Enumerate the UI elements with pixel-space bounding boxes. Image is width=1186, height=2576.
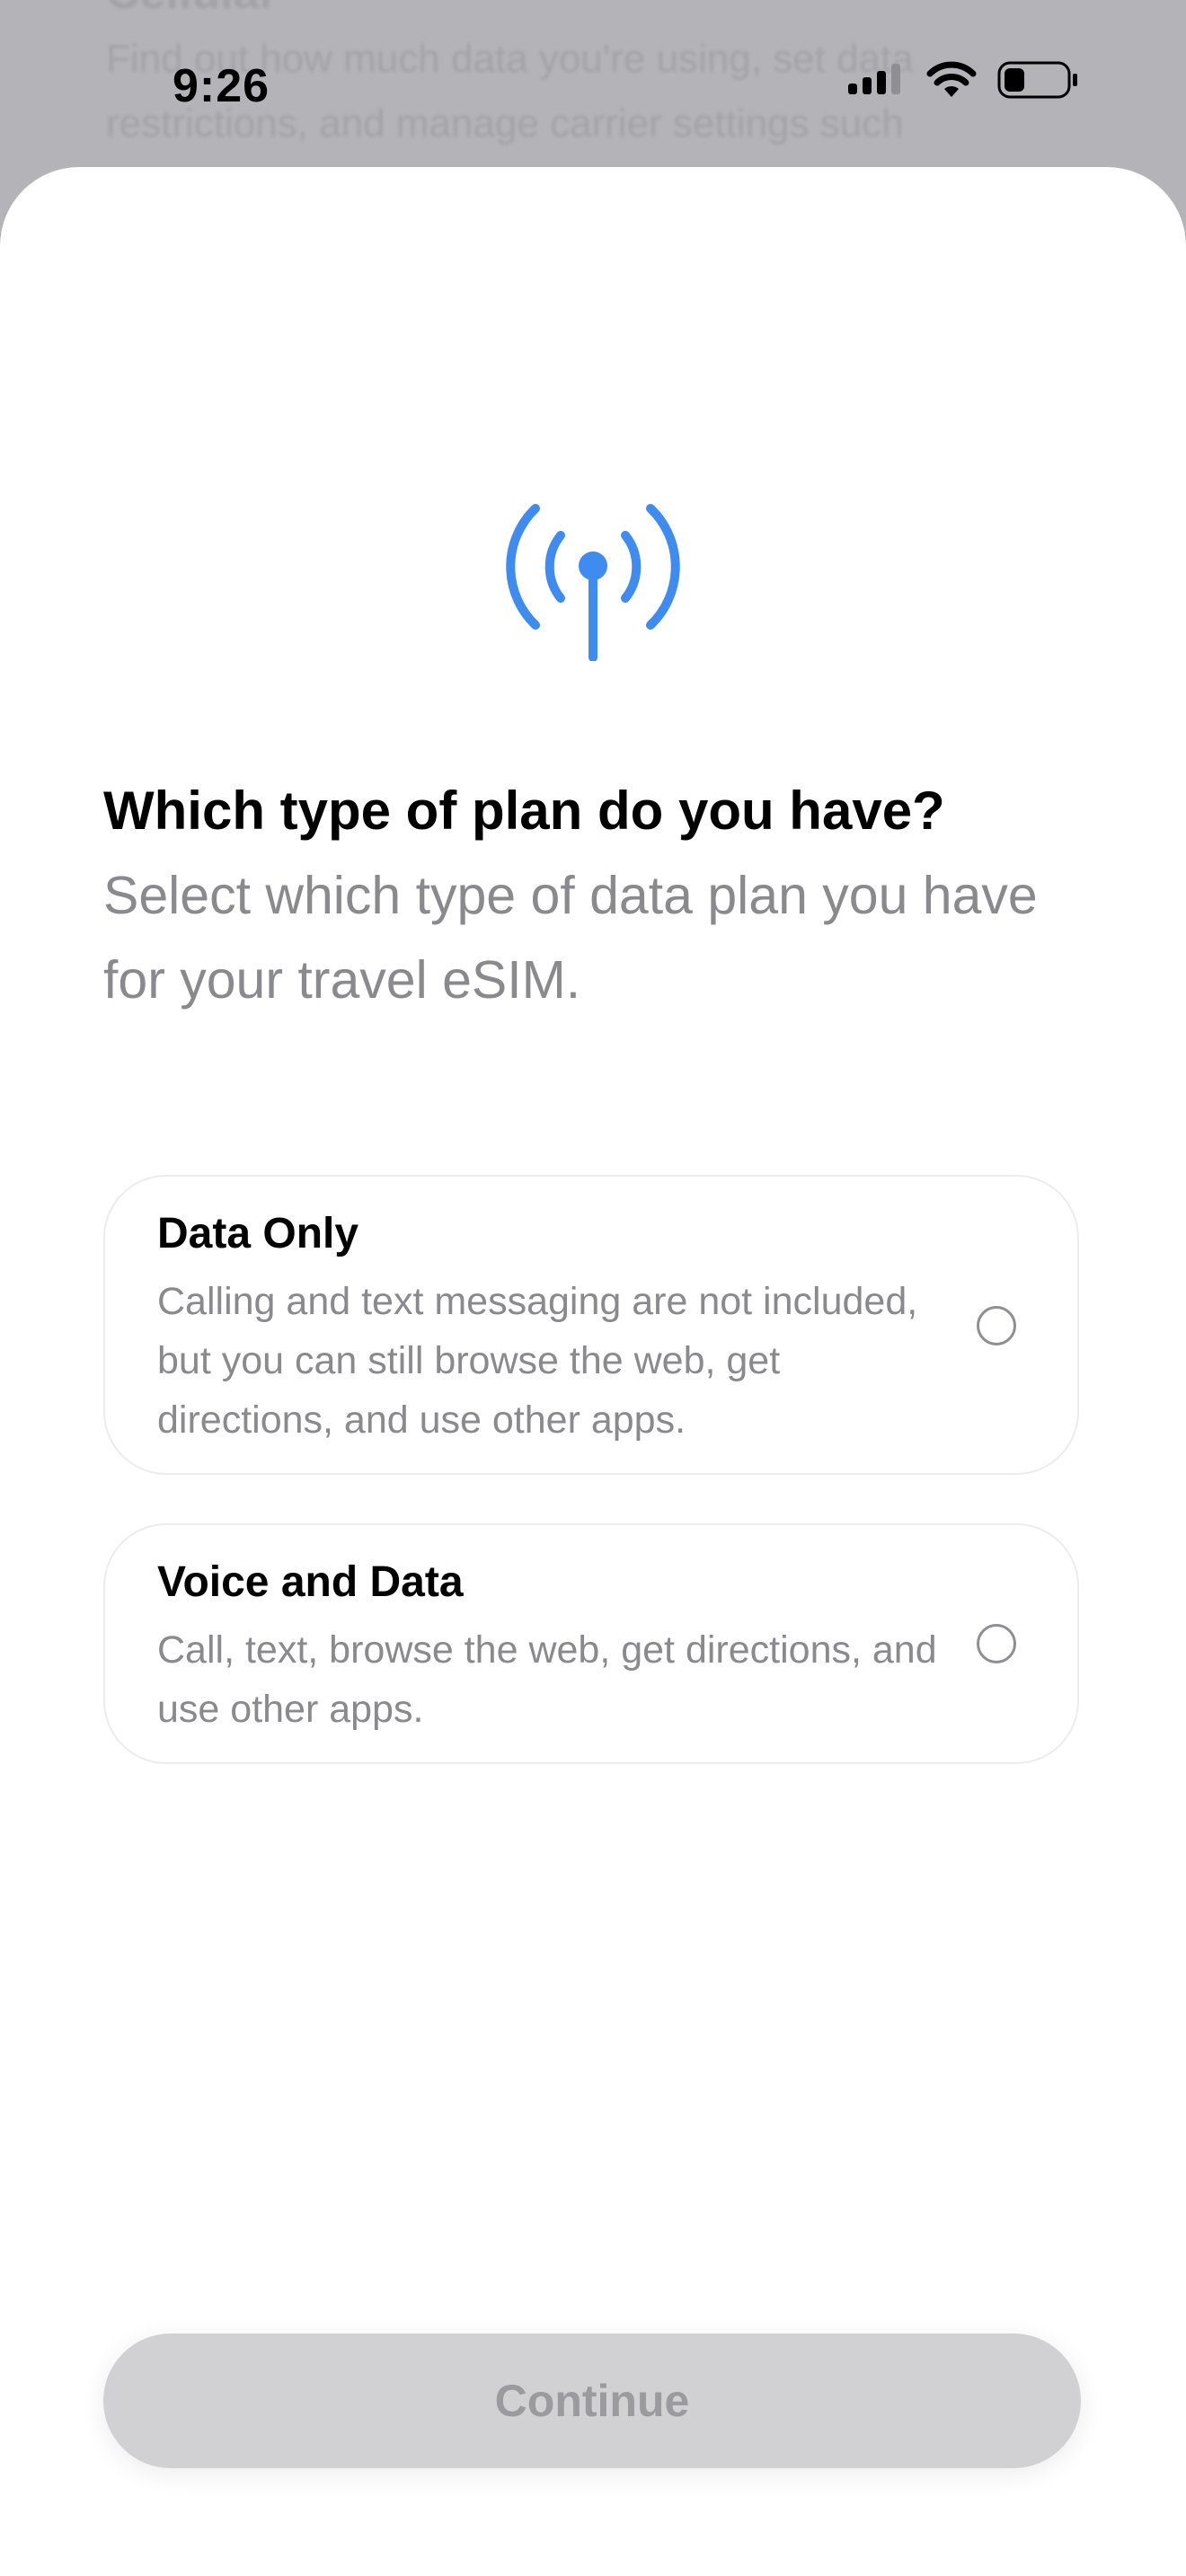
wifi-icon	[925, 61, 978, 103]
status-bar: 9:26	[0, 0, 1186, 167]
continue-button[interactable]: Continue	[103, 2333, 1081, 2468]
option-data-only[interactable]: Data Only Calling and text messaging are…	[103, 1175, 1079, 1475]
radio-button-voice-and-data[interactable]	[977, 1624, 1016, 1663]
option-title: Voice and Data	[157, 1558, 464, 1606]
radio-button-data-only[interactable]	[977, 1306, 1016, 1345]
status-time: 9:26	[173, 60, 270, 112]
option-description: Call, text, browse the web, get directio…	[157, 1628, 937, 1731]
plan-type-sheet: Which type of plan do you have? Select w…	[0, 167, 1186, 2576]
cellular-signal-icon	[848, 64, 906, 101]
option-voice-and-data[interactable]: Voice and Data Call, text, browse the we…	[103, 1523, 1079, 1764]
status-icons	[848, 61, 1078, 103]
option-title: Data Only	[157, 1210, 359, 1257]
option-description: Calling and text messaging are not inclu…	[157, 1280, 918, 1442]
page-subtitle: Select which type of data plan you have …	[103, 866, 1038, 1010]
page-title: Which type of plan do you have?	[103, 781, 945, 841]
antenna-broadcast-icon	[485, 463, 701, 662]
battery-icon	[997, 61, 1078, 103]
